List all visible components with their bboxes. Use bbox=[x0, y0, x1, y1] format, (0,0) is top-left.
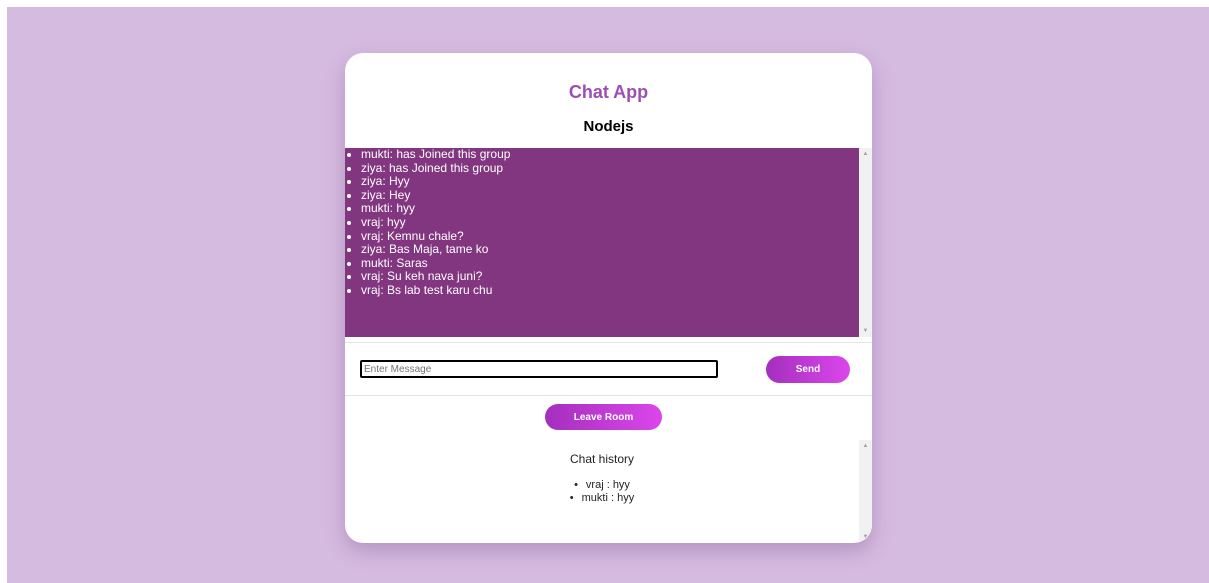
scroll-down-arrow-icon[interactable]: ▼ bbox=[859, 325, 872, 337]
message-item: mukti: has Joined this group bbox=[361, 148, 859, 162]
send-button[interactable]: Send bbox=[766, 356, 850, 383]
message-item: mukti: hyy bbox=[361, 202, 859, 216]
page-background: Chat App Nodejs mukti: has Joined this g… bbox=[7, 7, 1209, 583]
message-item: ziya: Hyy bbox=[361, 175, 859, 189]
app-title: Chat App bbox=[568, 82, 649, 102]
message-item: vraj: hyy bbox=[361, 215, 859, 230]
message-item: mukti: Saras bbox=[361, 256, 859, 271]
history-item: mukti : hyy bbox=[345, 492, 859, 505]
messages-scrollbar[interactable]: ▲ ▼ bbox=[859, 148, 872, 337]
history-panel: Chat history vraj : hyy mukti : hyy ▲ ▼ bbox=[345, 440, 872, 543]
compose-bar: Send bbox=[345, 342, 872, 396]
chat-card: Chat App Nodejs mukti: has Joined this g… bbox=[345, 53, 872, 543]
message-item: vraj: Bs lab test karu chu bbox=[361, 283, 859, 298]
message-item: ziya: Bas Maja, tame ko bbox=[361, 243, 859, 257]
scroll-up-arrow-icon[interactable]: ▲ bbox=[859, 148, 872, 160]
message-list: mukti: has Joined this group ziya: has J… bbox=[345, 148, 859, 337]
scroll-up-arrow-icon[interactable]: ▲ bbox=[859, 440, 872, 452]
message-item: vraj: Kemnu chale? bbox=[361, 229, 859, 244]
room-name: Nodejs bbox=[583, 118, 634, 135]
messages-panel: mukti: has Joined this group ziya: has J… bbox=[345, 148, 872, 337]
history-scrollbar[interactable]: ▲ ▼ bbox=[859, 440, 872, 543]
leave-room-button[interactable]: Leave Room bbox=[545, 404, 662, 430]
message-input[interactable] bbox=[360, 360, 718, 378]
history-title: Chat history bbox=[569, 452, 635, 466]
message-item: vraj: Su keh nava juni? bbox=[361, 270, 859, 284]
history-item: vraj : hyy bbox=[345, 479, 859, 492]
message-item: ziya: Hey bbox=[361, 188, 859, 203]
chat-history: Chat history vraj : hyy mukti : hyy bbox=[345, 440, 859, 543]
scroll-down-arrow-icon[interactable]: ▼ bbox=[859, 531, 872, 543]
message-item: ziya: has Joined this group bbox=[361, 161, 859, 176]
